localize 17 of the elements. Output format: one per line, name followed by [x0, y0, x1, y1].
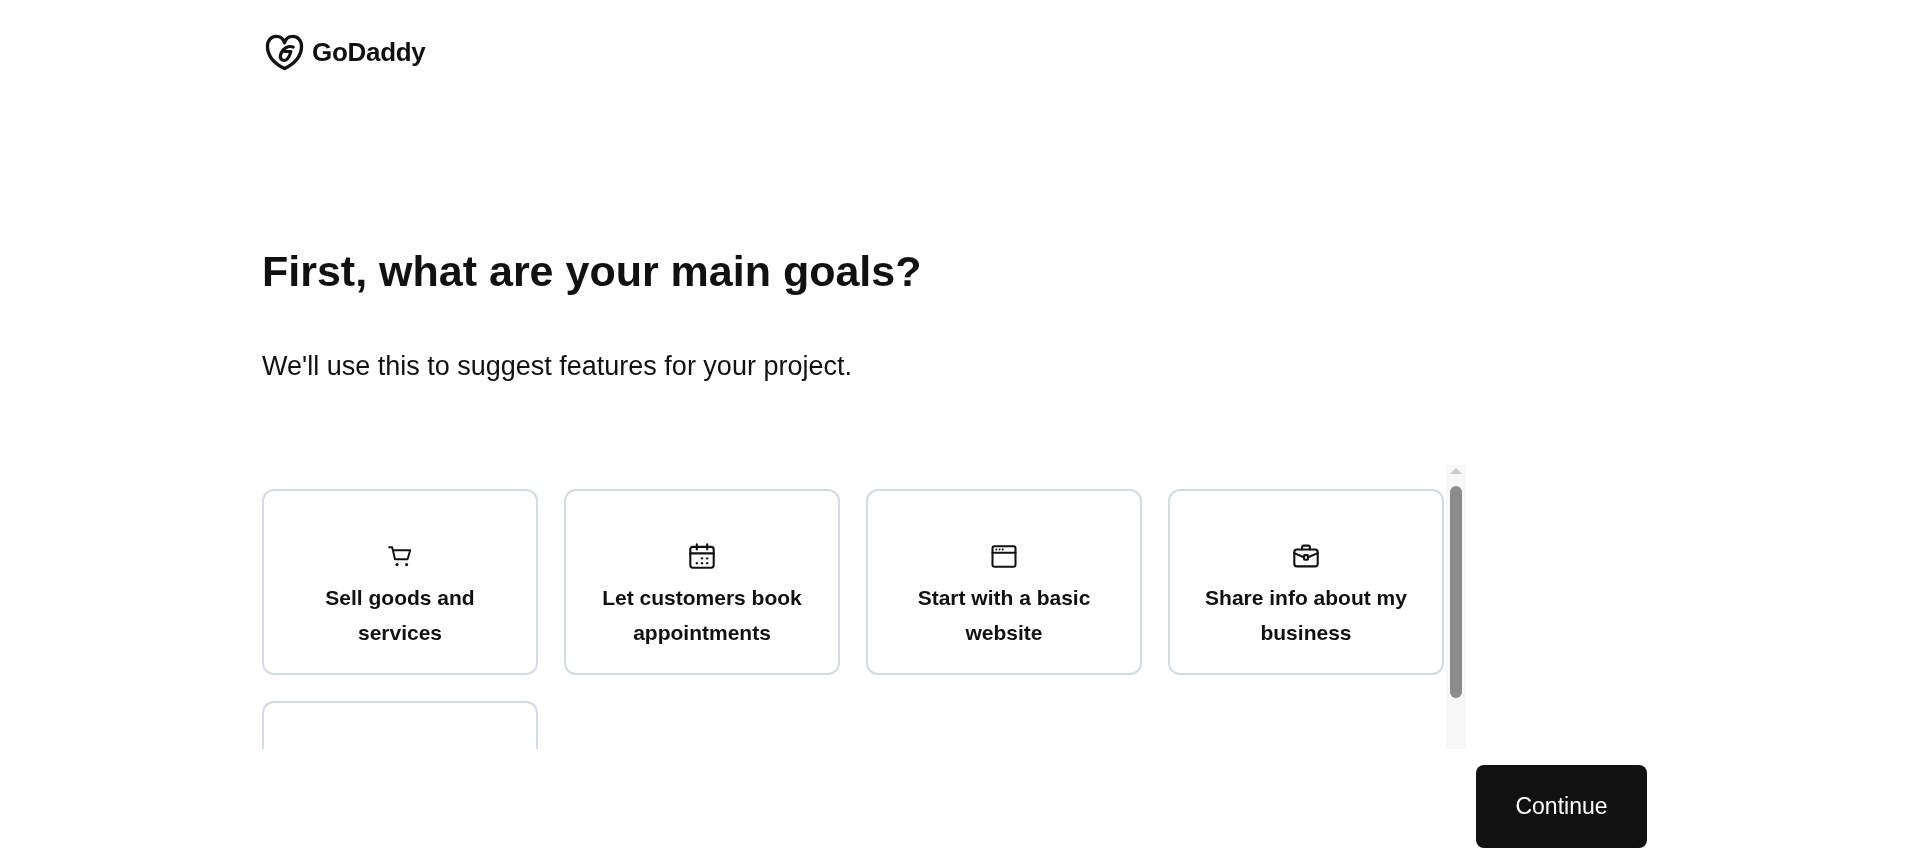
- page-heading: First, what are your main goals?: [262, 246, 922, 297]
- goal-card[interactable]: [262, 701, 538, 749]
- cart-icon: [388, 545, 412, 567]
- goal-card[interactable]: Let customers book appointments: [564, 489, 840, 675]
- goal-card[interactable]: Start with a basic website: [866, 489, 1142, 675]
- briefcase-icon: [1293, 544, 1319, 568]
- browser-window-icon: [991, 544, 1017, 568]
- brand-name: GoDaddy: [312, 36, 426, 69]
- scrollbar[interactable]: [1446, 465, 1466, 749]
- heart-logo-icon: [265, 34, 304, 71]
- scroll-up-icon[interactable]: [1450, 468, 1462, 474]
- page-subtitle: We'll use this to suggest features for your project.: [262, 350, 852, 382]
- goal-card[interactable]: Share info about my business: [1168, 489, 1444, 675]
- continue-button[interactable]: Continue: [1476, 765, 1647, 848]
- calendar-icon: [689, 543, 715, 569]
- scrollbar-thumb[interactable]: [1450, 486, 1462, 698]
- goal-card[interactable]: Sell goods and services: [262, 489, 538, 675]
